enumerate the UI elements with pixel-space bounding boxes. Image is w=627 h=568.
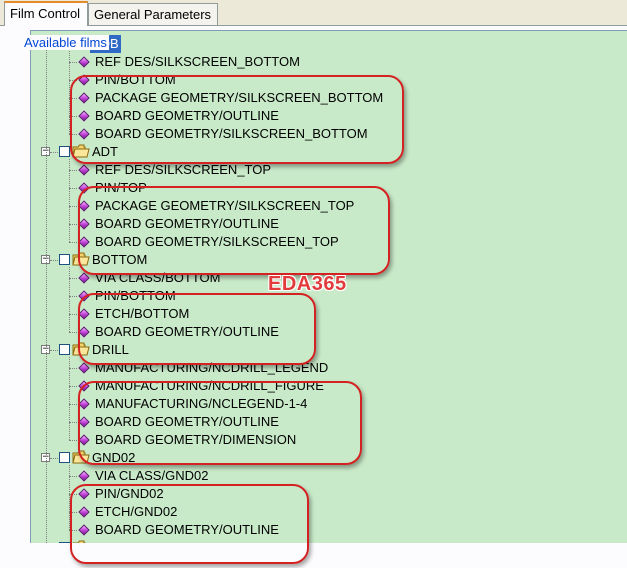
tree-connector <box>46 49 47 543</box>
tree-connector <box>69 422 77 423</box>
tree-connector <box>69 51 70 134</box>
film-layer-item[interactable]: BOARD GEOMETRY/OUTLINE <box>95 323 279 341</box>
film-layer-item[interactable]: PACKAGE GEOMETRY/SILKSCREEN_TOP <box>95 197 354 215</box>
film-checkbox[interactable] <box>59 542 70 543</box>
layer-diamond-icon <box>78 110 90 122</box>
film-name[interactable]: PASTBOT <box>90 539 154 543</box>
layer-diamond-icon <box>78 56 90 68</box>
film-layer-item[interactable]: ETCH/BOTTOM <box>95 305 189 323</box>
layer-diamond-icon <box>78 488 90 500</box>
film-checkbox[interactable] <box>59 452 70 463</box>
film-checkbox[interactable] <box>59 146 70 157</box>
tree-connector <box>69 465 70 530</box>
film-layer-item[interactable]: BOARD GEOMETRY/SILKSCREEN_BOTTOM <box>95 125 368 143</box>
tree-connector <box>69 134 77 135</box>
film-layer-item[interactable]: PIN/BOTTOM <box>95 71 176 89</box>
film-layer-item[interactable]: BOARD GEOMETRY/SILKSCREEN_TOP <box>95 233 339 251</box>
film-layer-item[interactable]: MANUFACTURING/NCDRILL_FIGURE <box>95 377 324 395</box>
film-layer-item[interactable]: VIA CLASS/BOTTOM <box>95 269 220 287</box>
tree-connector <box>69 512 77 513</box>
tree-connector <box>50 350 58 351</box>
layer-diamond-icon <box>78 470 90 482</box>
tree-connector <box>69 404 77 405</box>
layer-diamond-icon <box>78 506 90 518</box>
layer-diamond-icon <box>78 326 90 338</box>
tree-connector <box>69 296 77 297</box>
tree-connector <box>69 386 77 387</box>
tree-connector <box>69 476 77 477</box>
tree-connector <box>69 530 77 531</box>
film-name[interactable]: BOTTOM <box>90 251 149 269</box>
tree-connector <box>69 188 77 189</box>
tree-connector <box>69 206 77 207</box>
tab-general-parameters[interactable]: General Parameters <box>88 3 218 25</box>
tree-connector <box>69 357 70 440</box>
tree-connector <box>69 242 77 243</box>
film-layer-item[interactable]: BOARD GEOMETRY/OUTLINE <box>95 413 279 431</box>
layer-diamond-icon <box>78 200 90 212</box>
layer-diamond-icon <box>78 380 90 392</box>
film-layer-item[interactable]: BOARD GEOMETRY/OUTLINE <box>95 215 279 233</box>
folder-open-icon <box>72 144 90 158</box>
folder-open-icon <box>72 450 90 464</box>
tree-connector <box>69 98 77 99</box>
film-layer-item[interactable]: BOARD GEOMETRY/OUTLINE <box>95 107 279 125</box>
film-layer-item[interactable]: BOARD GEOMETRY/DIMENSION <box>95 431 296 449</box>
film-name[interactable]: DRILL <box>90 341 131 359</box>
layer-diamond-icon <box>78 416 90 428</box>
tree-connector <box>69 314 77 315</box>
tree-connector <box>69 159 70 242</box>
film-layer-item[interactable]: REF DES/SILKSCREEN_BOTTOM <box>95 53 300 71</box>
layer-diamond-icon <box>78 182 90 194</box>
film-checkbox[interactable] <box>59 254 70 265</box>
film-layer-item[interactable]: BOARD GEOMETRY/OUTLINE <box>95 521 279 539</box>
layer-diamond-icon <box>78 164 90 176</box>
folder-open-icon <box>72 540 90 543</box>
film-layer-item[interactable]: MANUFACTURING/NCLEGEND-1-4 <box>95 395 307 413</box>
tree-connector <box>69 116 77 117</box>
film-layer-item[interactable]: MANUFACTURING/NCDRILL_LEGEND <box>95 359 328 377</box>
layer-diamond-icon <box>78 290 90 302</box>
film-layer-item[interactable]: PIN/TOP <box>95 179 147 197</box>
layer-diamond-icon <box>78 308 90 320</box>
film-layer-item[interactable]: PIN/BOTTOM <box>95 287 176 305</box>
folder-open-icon <box>72 342 90 356</box>
layer-diamond-icon <box>78 92 90 104</box>
tree-connector <box>50 152 58 153</box>
film-layer-item[interactable]: VIA CLASS/GND02 <box>95 467 208 485</box>
layer-diamond-icon <box>78 128 90 140</box>
tree-connector <box>50 458 58 459</box>
tree-connector <box>69 62 77 63</box>
layer-diamond-icon <box>78 362 90 374</box>
film-layer-item[interactable]: PIN/GND02 <box>95 485 164 503</box>
layer-diamond-icon <box>78 434 90 446</box>
tree-connector <box>69 278 77 279</box>
layer-diamond-icon <box>78 398 90 410</box>
tree-connector <box>50 260 58 261</box>
film-layer-item[interactable]: PACKAGE GEOMETRY/SILKSCREEN_BOTTOM <box>95 89 383 107</box>
tree-connector <box>69 170 77 171</box>
film-checkbox[interactable] <box>59 344 70 355</box>
film-layer-item[interactable]: ETCH/GND02 <box>95 503 177 521</box>
layer-diamond-icon <box>78 74 90 86</box>
tree-connector <box>69 368 77 369</box>
layer-diamond-icon <box>78 218 90 230</box>
watermark-text: EDA365 <box>268 273 347 295</box>
tree-connector <box>69 80 77 81</box>
layer-diamond-icon <box>78 236 90 248</box>
tab-bar: Film Control General Parameters <box>0 0 627 26</box>
layer-diamond-icon <box>78 272 90 284</box>
folder-open-icon <box>72 252 90 266</box>
available-films-label: Available films <box>22 35 109 50</box>
film-name[interactable]: GND02 <box>90 449 137 467</box>
tab-film-control[interactable]: Film Control <box>4 1 88 26</box>
tree-connector <box>69 440 77 441</box>
tree-connector <box>69 494 77 495</box>
film-layer-item[interactable]: REF DES/SILKSCREEN_TOP <box>95 161 271 179</box>
tree-connector <box>69 224 77 225</box>
tree-connector <box>69 332 77 333</box>
tree-connector <box>69 267 70 332</box>
layer-diamond-icon <box>78 524 90 536</box>
film-name[interactable]: ADT <box>90 143 120 161</box>
